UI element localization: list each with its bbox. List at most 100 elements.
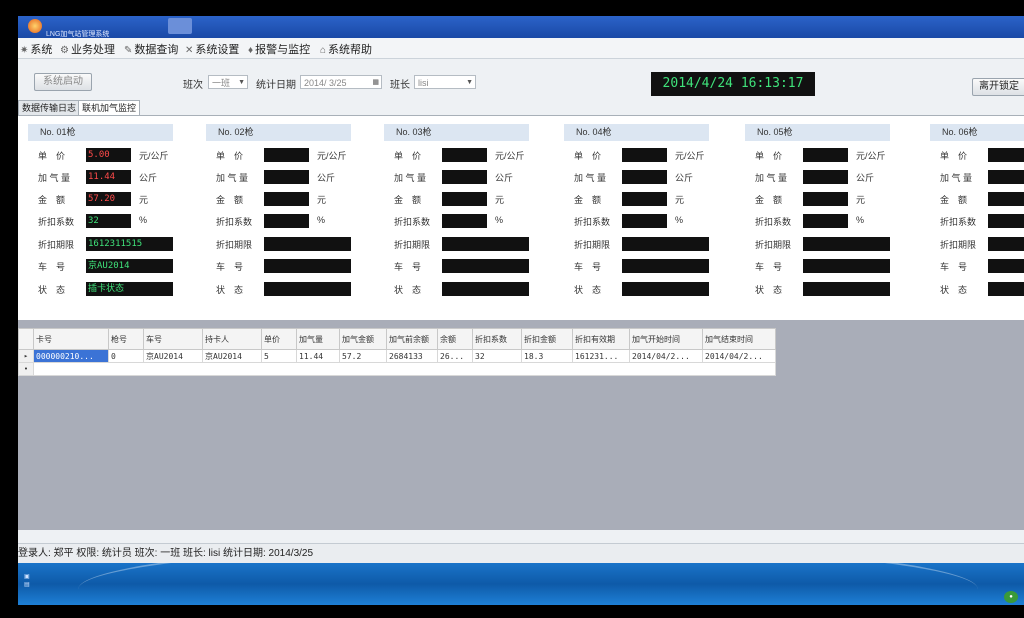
field-value-status [622,282,709,296]
menu-query[interactable]: ✎ 数据查询 [124,41,178,57]
field-value-qty [622,170,667,184]
table-cell[interactable]: 2014/04/2... [702,349,776,363]
desktop-shortcut-icon[interactable]: ▣ ▤ [24,573,30,589]
shift-value: 一班 [212,78,231,88]
field-unit: % [675,215,684,225]
menu-business[interactable]: ⚙ 业务处理 [60,41,115,57]
status-text: 登录人: 郑平 权限: 统计员 班次: 一班 班长: lisi 统计日期: 20… [18,548,314,559]
tray-network-icon[interactable]: ● [1004,591,1018,603]
column-header[interactable]: 加气量 [296,328,340,350]
table-cell[interactable]: 18.3 [521,349,573,363]
column-header[interactable]: 加气开始时间 [629,328,703,350]
column-header[interactable]: 卡号 [33,328,109,350]
table-cell[interactable]: 京AU2014 [202,349,262,363]
status-bar: 登录人: 郑平 权限: 统计员 班次: 一班 班长: lisi 统计日期: 20… [18,543,1024,564]
gun-monitor-panel: No. 01枪单 价 5.00 元/公斤加 气 量 11.44 公斤金 额 57.20 元折… [18,116,1024,320]
field-label: 状 态 [216,285,244,295]
field-value-period [622,237,709,251]
field-unit: % [856,215,865,225]
menu-settings[interactable]: ✕ 系统设置 [185,41,239,57]
gun-title: No. 02枪 [206,124,351,141]
gun-card: No. 02枪单 价 元/公斤加 气 量 公斤金 额 元折扣系数% 折扣期限车 号状 态 [206,124,376,314]
chevron-down-icon: ▼ [238,79,245,86]
menu-label: 报警与监控 [255,44,311,56]
column-header[interactable]: 折扣有效期 [572,328,630,350]
field-unit: 元 [856,195,866,205]
table-cell[interactable]: 161231... [572,349,630,363]
leader-value: lisi [418,78,429,88]
menu-help[interactable]: ⌂ 系统帮助 [320,41,372,57]
field-value-price [622,148,667,162]
field-unit: 公斤 [139,173,158,183]
table-cell[interactable]: 11.44 [296,349,340,363]
column-header[interactable]: 加气结束时间 [702,328,776,350]
new-row-cell[interactable] [33,362,776,376]
field-label: 折扣期限 [216,240,253,250]
field-label: 单 价 [940,151,968,161]
leader-select[interactable]: lisi ▼ [414,75,476,89]
field-value-price [264,148,309,162]
table-cell[interactable]: 000000210... [33,349,109,363]
column-header[interactable]: 枪号 [108,328,144,350]
column-header[interactable]: 加气金额 [339,328,387,350]
field-label: 车 号 [755,262,783,272]
table-cell[interactable]: 5 [261,349,297,363]
table-cell[interactable]: 0 [108,349,144,363]
search-icon: ✎ [124,45,133,56]
table-cell[interactable]: 2684133 [386,349,438,363]
table-cell[interactable]: 32 [472,349,522,363]
column-header[interactable]: 持卡人 [202,328,262,350]
chevron-down-icon: ▼ [466,79,473,86]
field-value-qty [988,170,1024,184]
tab-online-monitor[interactable]: 联机加气监控 [78,100,141,115]
table-cell[interactable]: 京AU2014 [143,349,203,363]
gun-card: No. 03枪单 价 元/公斤加 气 量 公斤金 额 元折扣系数% 折扣期限车 号状 态 [384,124,554,314]
column-header[interactable]: 单价 [261,328,297,350]
start-system-button[interactable]: 系统启动 [34,73,92,91]
new-row-indicator-icon[interactable]: • [18,362,34,376]
shift-select[interactable]: 一班 ▼ [208,75,248,89]
field-value-amount [988,192,1024,206]
field-unit: % [139,215,148,225]
field-value-price [442,148,487,162]
field-label: 单 价 [394,151,422,161]
gun-title: No. 01枪 [28,124,173,141]
table-row[interactable]: ▸ 000000210... 0 京AU2014 京AU2014 5 11.44 57.2 26… [18,349,776,363]
tab-bar: 数据传输日志 联机加气监控 [18,99,1024,116]
gun-card: No. 04枪单 价 元/公斤加 气 量 公斤金 额 元折扣系数% 折扣期限车 号状 态 [564,124,734,314]
field-label: 加 气 量 [394,173,427,183]
field-unit: 元/公斤 [675,151,705,161]
field-label: 加 气 量 [574,173,607,183]
column-header[interactable]: 折扣系数 [472,328,522,350]
column-header[interactable]: 折扣金额 [521,328,573,350]
column-header[interactable]: 车号 [143,328,203,350]
menu-label: 系统 [30,44,53,56]
window-titlebar[interactable]: LNG加气站管理系统 [18,16,1024,38]
tab-transfer-log[interactable]: 数据传输日志 [18,100,81,115]
menu-alarm[interactable]: ♦ 报警与监控 [248,41,310,57]
date-picker[interactable]: 2014/ 3/25 ▦ [300,75,382,89]
field-label: 单 价 [216,151,244,161]
row-header-corner [18,328,34,350]
gun-title: No. 03枪 [384,124,529,141]
field-label: 加 气 量 [38,173,71,183]
field-value-amount [803,192,848,206]
gun-card: No. 01枪单 价 5.00 元/公斤加 气 量 11.44 公斤金 额 57.20 元折… [28,124,198,314]
row-indicator-icon[interactable]: ▸ [18,349,34,363]
menu-system[interactable]: ✷ 系统 [20,41,52,57]
table-cell[interactable]: 57.2 [339,349,387,363]
unlock-button[interactable]: 离开锁定 [972,78,1024,96]
column-header[interactable]: 余额 [437,328,473,350]
table-cell[interactable]: 26... [437,349,473,363]
field-label: 折扣系数 [38,217,75,227]
table-cell[interactable]: 2014/04/2... [629,349,703,363]
titlebar-button[interactable] [168,18,192,34]
field-label: 折扣系数 [394,217,431,227]
field-unit: 元/公斤 [856,151,886,161]
briefcase-icon: ⚙ [60,45,69,56]
column-header[interactable]: 加气前余额 [386,328,438,350]
field-value-price: 5.00 [86,148,131,162]
new-row[interactable]: • [18,362,776,376]
gear-icon: ✷ [20,45,29,56]
field-value-period: 1612311515 [86,237,173,251]
